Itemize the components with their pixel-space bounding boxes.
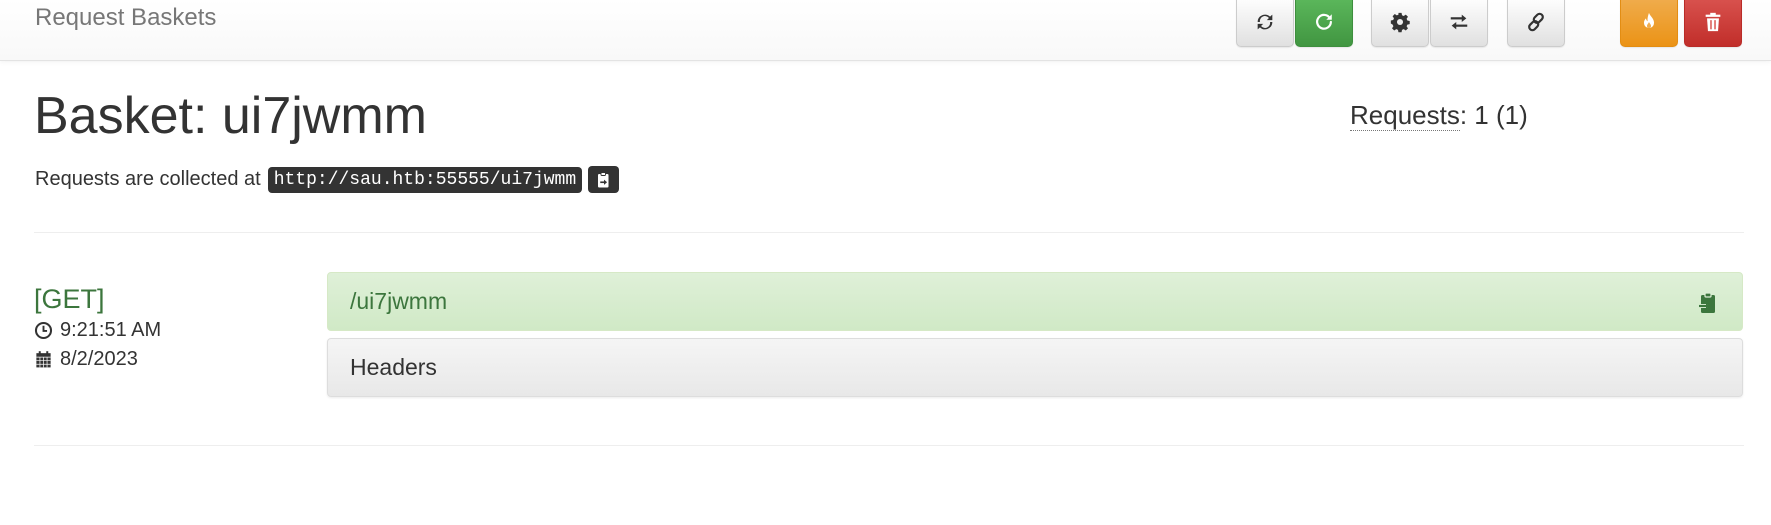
basket-title: Basket: ui7jwmm bbox=[34, 87, 427, 145]
calendar-icon bbox=[36, 351, 51, 368]
request-path: /ui7jwmm bbox=[350, 288, 448, 314]
divider-bottom bbox=[34, 445, 1744, 446]
auto-refresh-icon bbox=[1316, 13, 1332, 30]
exchange-icon bbox=[1450, 14, 1468, 29]
app-brand[interactable]: Request Baskets bbox=[35, 4, 216, 32]
requests-count: Requests: 1 (1) bbox=[1350, 100, 1528, 131]
request-method: [GET] bbox=[34, 284, 105, 314]
auto-refresh-button[interactable] bbox=[1295, 0, 1353, 47]
copy-request-icon[interactable] bbox=[1696, 291, 1720, 315]
request-date: 8/2/2023 bbox=[34, 348, 138, 371]
delete-basket-button[interactable] bbox=[1684, 0, 1742, 47]
request-time-value: 9:21:51 AM bbox=[60, 319, 162, 341]
link-icon bbox=[1528, 12, 1544, 31]
request-date-value: 8/2/2023 bbox=[60, 348, 138, 370]
collect-url-prefix: Requests are collected at bbox=[35, 168, 261, 190]
request-time: 9:21:51 AM bbox=[34, 319, 161, 342]
navbar: Request Baskets bbox=[0, 0, 1771, 61]
requests-count-value: : 1 (1) bbox=[1459, 100, 1528, 130]
refresh-button[interactable] bbox=[1236, 0, 1294, 47]
responses-button[interactable] bbox=[1430, 0, 1488, 47]
requests-count-label: Requests bbox=[1350, 100, 1460, 131]
headers-label: Headers bbox=[350, 354, 437, 380]
fire-icon bbox=[1643, 12, 1655, 28]
refresh-icon bbox=[1257, 14, 1273, 29]
clear-requests-button[interactable] bbox=[1620, 0, 1678, 47]
collect-url-line: Requests are collected at http://sau.htb… bbox=[35, 166, 620, 193]
settings-button[interactable] bbox=[1371, 0, 1429, 47]
copy-url-button[interactable] bbox=[588, 166, 620, 193]
basket-url[interactable]: http://sau.htb:55555/ui7jwmm bbox=[267, 166, 583, 193]
request-path-panel[interactable]: /ui7jwmm bbox=[327, 272, 1743, 331]
clock-icon bbox=[34, 321, 53, 340]
gear-icon bbox=[1390, 12, 1410, 32]
headers-panel[interactable]: Headers bbox=[327, 338, 1743, 397]
share-link-button[interactable] bbox=[1507, 0, 1565, 47]
trash-icon bbox=[1705, 12, 1721, 31]
clipboard-icon bbox=[597, 171, 609, 187]
divider-top bbox=[34, 232, 1744, 233]
